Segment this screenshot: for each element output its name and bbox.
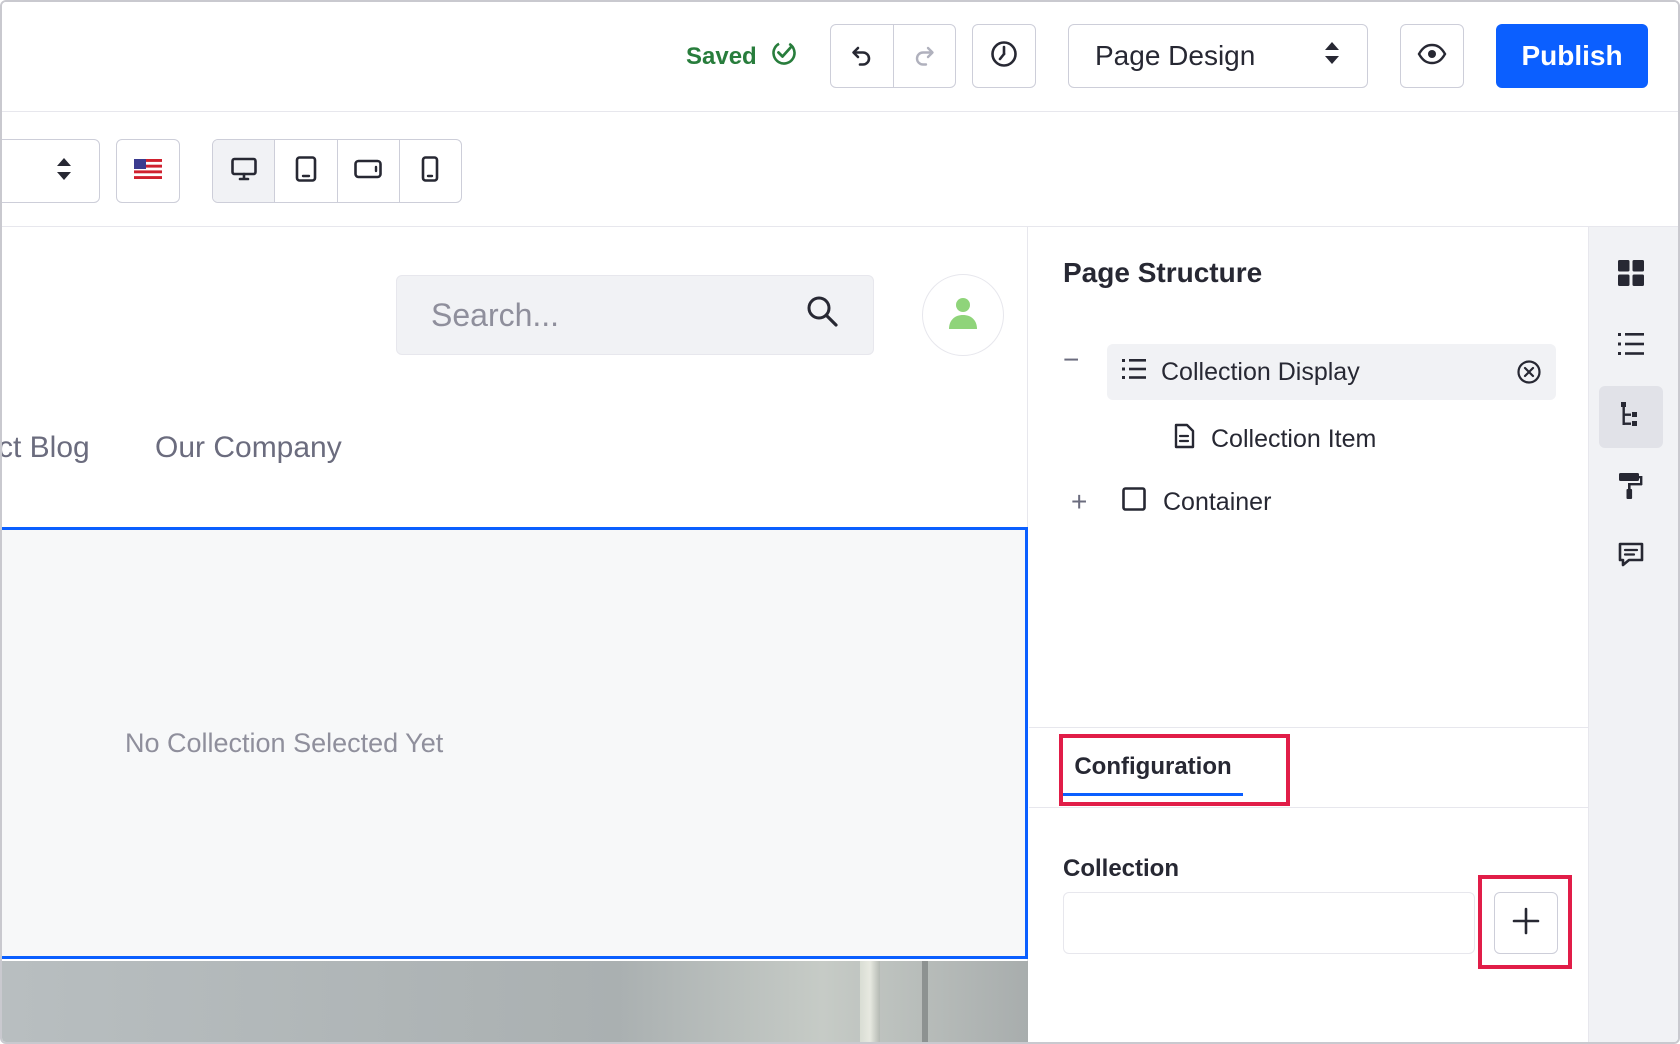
landscape-phone-icon [353,157,383,186]
callout-highlight [1478,875,1572,969]
list-icon [1617,331,1645,362]
panel-divider [1029,807,1588,808]
tree-icon [1618,400,1644,435]
segment-select[interactable] [2,139,100,203]
tree-item-collection-item[interactable]: Collection Item [1173,419,1376,459]
device-switcher [212,139,462,203]
mode-select-value: Page Design [1095,40,1256,71]
secondary-toolbar [2,112,1678,227]
right-sidebar [1588,227,1678,1042]
desktop-view-button[interactable] [213,140,275,202]
nav-item-blog[interactable]: ct Blog [2,431,90,465]
tablet-icon [294,155,318,188]
preview-button[interactable] [1400,24,1464,88]
eye-icon [1417,43,1447,70]
collapse-icon: − [1063,344,1080,375]
redo-icon [911,41,937,72]
redo-button[interactable] [892,25,956,87]
image-detail [860,961,880,1042]
landscape-phone-view-button[interactable] [336,140,399,202]
undo-button[interactable] [831,25,893,87]
fragments-button[interactable] [1599,244,1663,306]
phone-icon [419,155,441,188]
nav-item-our-company[interactable]: Our Company [155,431,342,465]
flag-us-icon [134,158,162,184]
panel-divider [1029,727,1588,728]
page-canvas: Search... ct Blog Our Company No Collect… [2,227,1028,1042]
callout-highlight [1059,734,1290,806]
mode-select[interactable]: Page Design [1068,24,1368,88]
phone-view-button[interactable] [398,140,461,202]
square-icon [1121,486,1147,519]
user-avatar[interactable] [922,274,1004,356]
page-design-options-button[interactable] [1599,457,1663,519]
history-button[interactable] [972,24,1036,88]
sort-arrows-icon [55,155,73,188]
background-image [2,961,1028,1042]
comment-icon [1617,541,1645,574]
publish-button[interactable]: Publish [1496,24,1648,88]
tree-item-collection-display[interactable]: Collection Display [1107,344,1556,400]
tree-item-label: Container [1163,487,1272,516]
clock-icon [989,39,1019,74]
desktop-icon [230,155,258,188]
remove-circle-icon[interactable] [1516,359,1542,392]
grid-icon [1617,259,1645,292]
document-icon [1173,423,1195,456]
tree-item-label: Collection Display [1161,357,1360,386]
panel-title: Page Structure [1063,257,1263,288]
collection-input[interactable] [1063,892,1475,954]
tablet-view-button[interactable] [274,140,336,202]
tree-toggle-collapse[interactable]: − [1063,344,1079,376]
empty-collection-message: No Collection Selected Yet [125,727,444,758]
undo-icon [849,41,875,72]
locale-selector[interactable] [116,139,180,203]
tree-item-label: Collection Item [1211,424,1377,453]
undo-redo-group [830,24,956,88]
search-bar[interactable]: Search... [396,275,874,355]
top-toolbar: Saved Page Design Publish [2,2,1678,112]
collection-display-fragment[interactable]: No Collection Selected Yet [2,527,1028,959]
collection-field-label: Collection [1063,855,1180,882]
check-circle-icon [771,40,797,73]
page-structure-panel: Page Structure − Collection Display Coll… [1029,227,1588,1042]
paint-roller-icon [1617,471,1645,506]
widgets-button[interactable] [1599,315,1663,377]
comments-button[interactable] [1599,526,1663,588]
tree-item-container[interactable]: Container [1121,482,1271,522]
app-window: Saved Page Design Publish Search... ct B… [0,0,1680,1044]
page-structure-button[interactable] [1599,386,1663,448]
search-icon[interactable] [805,294,839,336]
saved-label: Saved [686,42,757,70]
user-icon [946,294,980,337]
search-input[interactable]: Search... [431,297,559,334]
tree-toggle-expand[interactable]: + [1071,482,1087,522]
expand-icon: + [1071,486,1088,517]
image-detail [922,961,928,1042]
save-status: Saved [686,40,797,73]
sort-arrows-icon [1323,39,1341,74]
list-icon [1121,357,1147,388]
